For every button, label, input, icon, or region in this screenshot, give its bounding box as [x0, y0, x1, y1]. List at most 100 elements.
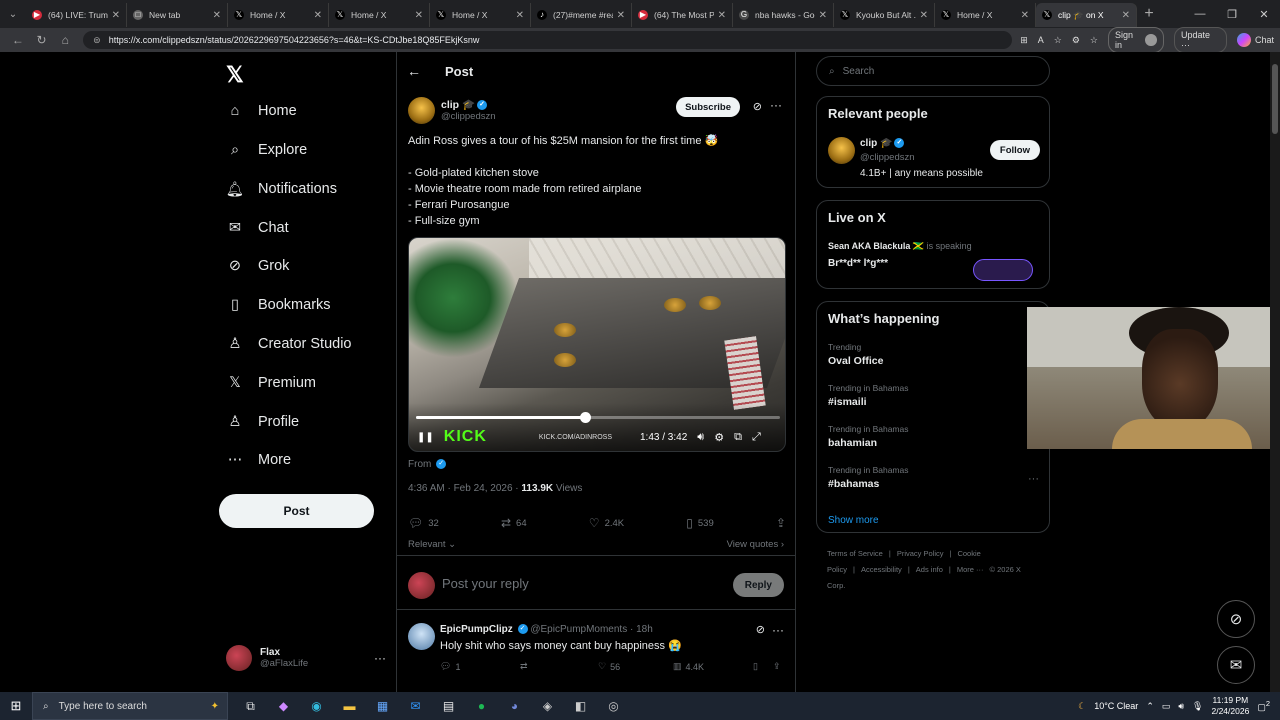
- copilot-app-icon[interactable]: ◆: [267, 699, 300, 713]
- more-options-icon[interactable]: ···: [772, 623, 784, 637]
- x-logo-icon[interactable]: 𝕏: [226, 62, 244, 88]
- app-icon[interactable]: ◈: [531, 699, 564, 713]
- reply-action[interactable]: 💬︎ 1: [440, 661, 520, 672]
- close-tab-icon[interactable]: ✕: [718, 10, 726, 21]
- reply-handle[interactable]: @EpicPumpMoments · 18h: [530, 624, 652, 635]
- trend-item[interactable]: Trending in Bahamas #ismaili: [828, 383, 908, 408]
- scroll-thumb[interactable]: [1272, 64, 1278, 134]
- avatar[interactable]: [828, 137, 855, 164]
- bookmark-action[interactable]: ▯ 539: [686, 516, 713, 530]
- author-name[interactable]: clip 🎓 ✓: [441, 98, 496, 111]
- share-action[interactable]: ⇪: [773, 661, 781, 672]
- close-tab-icon[interactable]: ✕: [819, 10, 827, 21]
- trend-item[interactable]: Trending in Bahamas bahamian: [828, 424, 908, 449]
- person-handle[interactable]: @clippedszn: [860, 152, 915, 163]
- view-quotes-link[interactable]: View quotes ›: [727, 539, 784, 550]
- post-button[interactable]: Post: [219, 494, 374, 528]
- browser-tab[interactable]: 𝕏 Home / X ✕: [329, 3, 430, 27]
- bookmark-action[interactable]: ▯: [753, 661, 773, 672]
- tab-actions-menu[interactable]: ⌄: [0, 0, 26, 28]
- search-input[interactable]: ⌕ Search: [816, 56, 1050, 86]
- more-options-icon[interactable]: ···: [770, 98, 782, 112]
- live-topic[interactable]: Br**d** l*g***: [828, 258, 888, 269]
- grok-icon[interactable]: ⊘: [756, 623, 765, 636]
- views-action[interactable]: ▥ 4.4K: [673, 661, 753, 672]
- nav-item-chat[interactable]: ✉ Chat: [226, 213, 289, 243]
- site-info-icon[interactable]: ⊜: [93, 35, 101, 46]
- sign-in-button[interactable]: Sign in: [1108, 27, 1164, 53]
- like-action[interactable]: ♡ 56: [598, 661, 673, 672]
- avatar[interactable]: [408, 96, 435, 124]
- reply-button[interactable]: Reply: [732, 573, 784, 597]
- obs-icon[interactable]: ◎: [597, 699, 630, 713]
- reply-author-name[interactable]: EpicPumpClipz: [440, 624, 513, 635]
- person-name[interactable]: clip 🎓 ✓: [860, 138, 905, 149]
- video-player[interactable]: ❚❚ KICK KICK.COM/ADINROSS 1:43 / 3:42 🔊︎…: [408, 237, 786, 452]
- sound-icon[interactable]: 🔊︎: [1178, 701, 1184, 712]
- file-explorer-icon[interactable]: ▬: [333, 699, 366, 713]
- browser-tab[interactable]: Gnba hawks - Goo ✕: [733, 3, 834, 27]
- reply-action[interactable]: 💬︎ 32: [408, 516, 439, 530]
- browser-tab[interactable]: 𝕏 Home / X ✕: [935, 3, 1036, 27]
- account-switcher[interactable]: Flax @aFlaxLife ···: [226, 645, 386, 671]
- nav-item-explore[interactable]: ⌕ Explore: [226, 135, 307, 165]
- live-host[interactable]: Sean AKA Blackula 🇯🇲 is speaking: [828, 241, 972, 252]
- store-icon[interactable]: ▦: [366, 699, 399, 713]
- footer-link[interactable]: Ads info: [916, 565, 943, 574]
- share-action[interactable]: ⇪: [776, 516, 786, 530]
- back-icon[interactable]: ←: [6, 33, 30, 47]
- messages-fab-icon[interactable]: ✉: [1217, 646, 1255, 684]
- favorite-star-icon[interactable]: ☆: [1054, 35, 1062, 46]
- favorites-icon[interactable]: ☆: [1090, 35, 1098, 46]
- browser-tab[interactable]: 𝕏 Kyouko But Alt ... ✕: [834, 3, 935, 27]
- grok-icon[interactable]: ⊘: [753, 100, 762, 113]
- nav-item-home[interactable]: ⌂ Home: [226, 96, 297, 126]
- nav-item-grok[interactable]: ⊘ Grok: [226, 251, 290, 281]
- subscribe-button[interactable]: Subscribe: [676, 97, 740, 117]
- browser-tab[interactable]: ▶ (64) LIVE: Trump o ✕: [26, 3, 127, 27]
- refresh-icon[interactable]: ↻: [30, 33, 54, 47]
- network-icon[interactable]: ▭: [1162, 701, 1171, 712]
- restore-icon[interactable]: ❐: [1216, 8, 1248, 21]
- footer-link[interactable]: Privacy Policy: [897, 549, 944, 558]
- update-button[interactable]: Update ···: [1173, 27, 1227, 53]
- browser-tab[interactable]: 𝕏 Home / X ✕: [228, 3, 329, 27]
- follow-button[interactable]: Follow: [989, 140, 1040, 160]
- new-tab-button[interactable]: +: [1137, 5, 1161, 23]
- repost-action[interactable]: ⇄: [520, 661, 598, 672]
- pause-icon[interactable]: ❚❚: [417, 432, 434, 443]
- windows-start-icon[interactable]: ⊞: [0, 698, 32, 714]
- weather-icon[interactable]: ☾: [1078, 701, 1086, 712]
- address-bar[interactable]: ⊜ https://x.com/clippedszn/status/202622…: [83, 31, 1013, 49]
- weather-text[interactable]: 10°C Clear: [1094, 701, 1138, 711]
- notepad-icon[interactable]: ▤: [432, 699, 465, 713]
- close-tab-icon[interactable]: ✕: [516, 10, 524, 21]
- video-progress-bar[interactable]: [416, 412, 780, 423]
- browser-tab[interactable]: ♪ (27)#meme #real ✕: [531, 3, 632, 27]
- close-tab-icon[interactable]: ✕: [415, 10, 423, 21]
- app-icon[interactable]: ◧: [564, 699, 597, 713]
- back-arrow-icon[interactable]: ←: [397, 63, 431, 79]
- discord-icon[interactable]: ◕: [498, 699, 531, 713]
- close-tab-icon[interactable]: ✕: [314, 10, 322, 21]
- extensions-icon[interactable]: ⚙: [1072, 35, 1080, 46]
- live-listeners-avatars[interactable]: [973, 259, 1033, 281]
- fullscreen-icon[interactable]: ⤢: [752, 431, 761, 444]
- reply-post[interactable]: EpicPumpClipz ✓ @EpicPumpMoments · 18h ⊘…: [397, 611, 795, 692]
- trend-item[interactable]: Trending in Bahamas #bahamas: [828, 465, 908, 490]
- reply-sort-dropdown[interactable]: Relevant ⌄: [408, 539, 456, 550]
- task-view-icon[interactable]: ⧉: [234, 699, 267, 714]
- nav-item-bookmarks[interactable]: ▯ Bookmarks: [226, 290, 331, 320]
- spotify-icon[interactable]: ●: [465, 699, 498, 713]
- browser-tab[interactable]: ▶ (64) The Most PA ✕: [632, 3, 733, 27]
- clock[interactable]: 11:19 PM 2/24/2026: [1211, 695, 1249, 717]
- mail-app-icon[interactable]: ✉: [399, 699, 432, 713]
- page-scrollbar[interactable]: [1270, 52, 1280, 692]
- repost-action[interactable]: ⇄ 64: [501, 516, 527, 530]
- chevron-up-icon[interactable]: ⌃: [1146, 701, 1154, 712]
- footer-link[interactable]: More ···: [957, 565, 984, 574]
- nav-item-profile[interactable]: ♙ Profile: [226, 407, 300, 437]
- progress-knob[interactable]: [579, 412, 591, 423]
- edge-icon[interactable]: ◉: [300, 699, 333, 713]
- close-tab-icon[interactable]: ✕: [1122, 10, 1130, 21]
